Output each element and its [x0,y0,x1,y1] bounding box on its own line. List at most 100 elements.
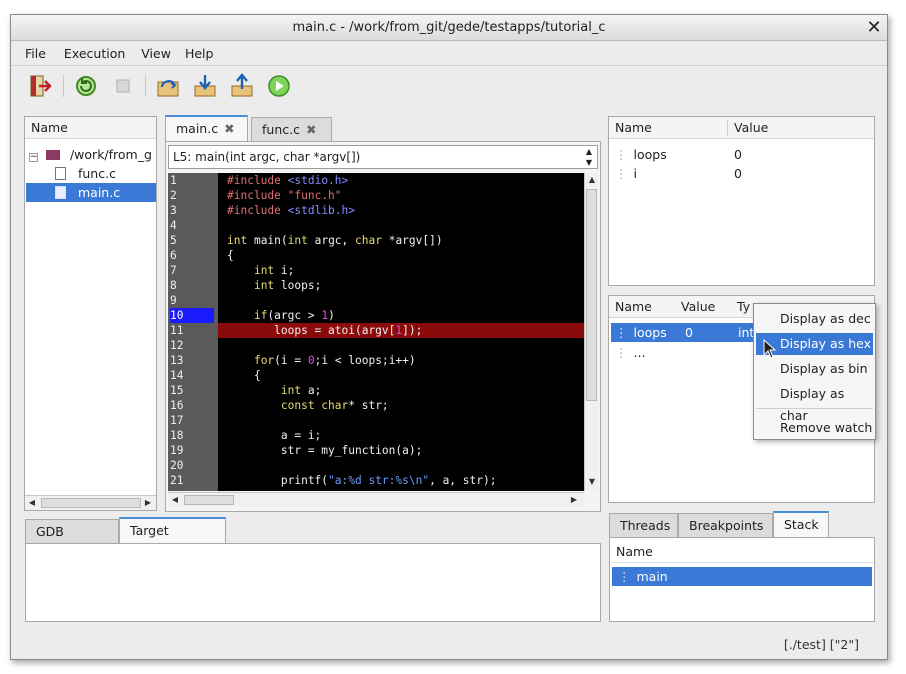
folder-icon [45,150,60,160]
watch-add-row[interactable]: ⋮... [615,343,715,362]
file-tree-panel: Name − /work/from_g func.c main.c ◀ ▶ [24,116,157,511]
target-output-area[interactable] [25,543,601,622]
stack-header[interactable]: Name [610,541,874,563]
menu-separator [756,408,873,409]
line-number[interactable]: 6 [170,248,214,263]
close-icon[interactable]: ✕ [863,17,885,39]
close-tab-icon[interactable]: ✖ [306,118,316,141]
line-number[interactable]: 17 [170,413,214,428]
scroll-thumb[interactable] [41,498,141,508]
continue-icon[interactable] [266,73,292,99]
code-line: printf("a:%d str:%s\n", a, str); [227,474,497,487]
line-number[interactable]: 15 [170,383,214,398]
tree-item-main-c[interactable]: main.c [26,183,156,202]
scroll-right-icon[interactable]: ▶ [142,498,154,507]
tab-target-output[interactable]: Target Output [119,517,226,561]
line-number[interactable]: 9 [170,293,214,308]
scroll-thumb[interactable] [184,495,234,505]
tree-item-root[interactable]: − /work/from_g [29,145,155,164]
menu-item-remove-watch[interactable]: Remove watch [756,417,873,439]
line-number[interactable]: 16 [170,398,214,413]
locals-col-value[interactable]: Value [734,117,768,139]
menu-file[interactable]: File [11,42,54,65]
watch-type: int [738,325,755,340]
scroll-thumb[interactable] [586,189,597,401]
step-out-icon[interactable] [229,73,255,99]
function-selector[interactable]: L5: main(int argc, char *argv[]) ▲ ▼ [168,145,598,169]
dropdown-arrows-icon: ▲ ▼ [585,147,592,167]
scroll-left-icon[interactable]: ◀ [26,498,38,507]
tab-main-c[interactable]: main.c ✖ [165,115,248,141]
tab-label: main.c [176,121,219,136]
code-line: { [227,369,261,382]
code-line-current: loops = atoi(argv[1]); [227,324,423,337]
scroll-left-icon[interactable]: ◀ [169,495,181,504]
line-number[interactable]: 19 [170,443,214,458]
menu-view[interactable]: View [133,42,179,65]
menu-item-display-char[interactable]: Display as char [756,383,873,423]
watch-col-name[interactable]: Name [615,299,652,314]
close-tab-icon[interactable]: ✖ [224,117,234,140]
tree-item-label: /work/from_g [69,147,152,162]
watch-col-value[interactable]: Value [681,296,715,318]
tree-item-func-c[interactable]: func.c [55,164,155,183]
line-number[interactable]: 5 [170,233,214,248]
line-number[interactable]: 2 [170,188,214,203]
file-tree-header[interactable]: Name [25,117,156,139]
watch-col-type[interactable]: Ty [737,296,750,318]
step-into-icon[interactable] [192,73,218,99]
code-line: int main(int argc, char *argv[]) [227,234,443,247]
stack-row-selected[interactable]: ⋮ main [612,567,872,586]
locals-row[interactable]: ⋮ loops 0 [615,145,870,164]
column-divider [727,120,728,136]
scroll-down-icon[interactable]: ▼ [586,477,598,486]
code-line: int i; [253,264,295,277]
code-line: for(i = 0;i < loops;i++) [253,354,416,367]
line-number[interactable]: 18 [170,428,214,443]
line-number[interactable]: 12 [170,338,214,353]
tab-threads[interactable]: Threads [609,513,678,537]
line-number[interactable]: 7 [170,263,214,278]
editor-vertical-scrollbar[interactable]: ▲ ▼ [584,173,598,491]
collapse-icon[interactable]: − [29,153,38,162]
title-bar: main.c - /work/from_git/gede/testapps/tu… [11,15,887,41]
tree-item-label: func.c [77,166,116,181]
step-over-icon[interactable] [155,73,181,99]
line-number[interactable]: 11 [170,323,214,338]
tab-breakpoints[interactable]: Breakpoints [678,513,773,537]
scroll-up-icon[interactable]: ▲ [586,175,598,184]
locals-col-name[interactable]: Name [615,120,652,135]
line-number[interactable]: 1 [170,173,214,188]
editor-horizontal-scrollbar[interactable]: ◀ ▶ [168,492,584,506]
line-number[interactable]: 8 [170,278,214,293]
line-number[interactable]: 3 [170,203,214,218]
scroll-right-icon[interactable]: ▶ [568,495,580,504]
line-number[interactable]: 4 [170,218,214,233]
line-number[interactable]: 20 [170,458,214,473]
stop-icon[interactable] [110,73,136,99]
menu-execution[interactable]: Execution [54,42,133,65]
menu-item-display-dec[interactable]: Display as dec [756,308,873,330]
restart-icon[interactable] [73,73,99,99]
tab-gdb-output[interactable]: GDB Output [25,519,119,562]
locals-panel: Name Value ⋮ loops 0 ⋮ i 0 [608,116,875,286]
var-name: i [633,166,637,181]
var-value: 0 [734,166,742,181]
breakpoint-line-number[interactable]: 10 [170,308,214,323]
line-number[interactable]: 14 [170,368,214,383]
var-name: loops [633,147,667,162]
menu-item-display-bin[interactable]: Display as bin [756,358,873,380]
locals-row[interactable]: ⋮ i 0 [615,164,870,183]
line-number[interactable]: 13 [170,353,214,368]
quit-icon[interactable] [27,73,53,99]
horizontal-scrollbar[interactable]: ◀ ▶ [25,495,156,510]
line-number[interactable]: 21 [170,473,214,488]
code-line: #include "func.h" [227,189,342,202]
stack-panel: Name ⋮ main [609,537,875,622]
window-title: main.c - /work/from_git/gede/testapps/tu… [292,20,606,35]
watch-value: 0 [685,325,693,340]
menu-help[interactable]: Help [179,42,222,65]
code-editor[interactable]: 1 2 3 4 5 6 7 8 9 10 11 12 13 14 15 16 1… [168,173,584,491]
tab-stack[interactable]: Stack [773,511,829,537]
tab-func-c[interactable]: func.c ✖ [251,117,332,141]
